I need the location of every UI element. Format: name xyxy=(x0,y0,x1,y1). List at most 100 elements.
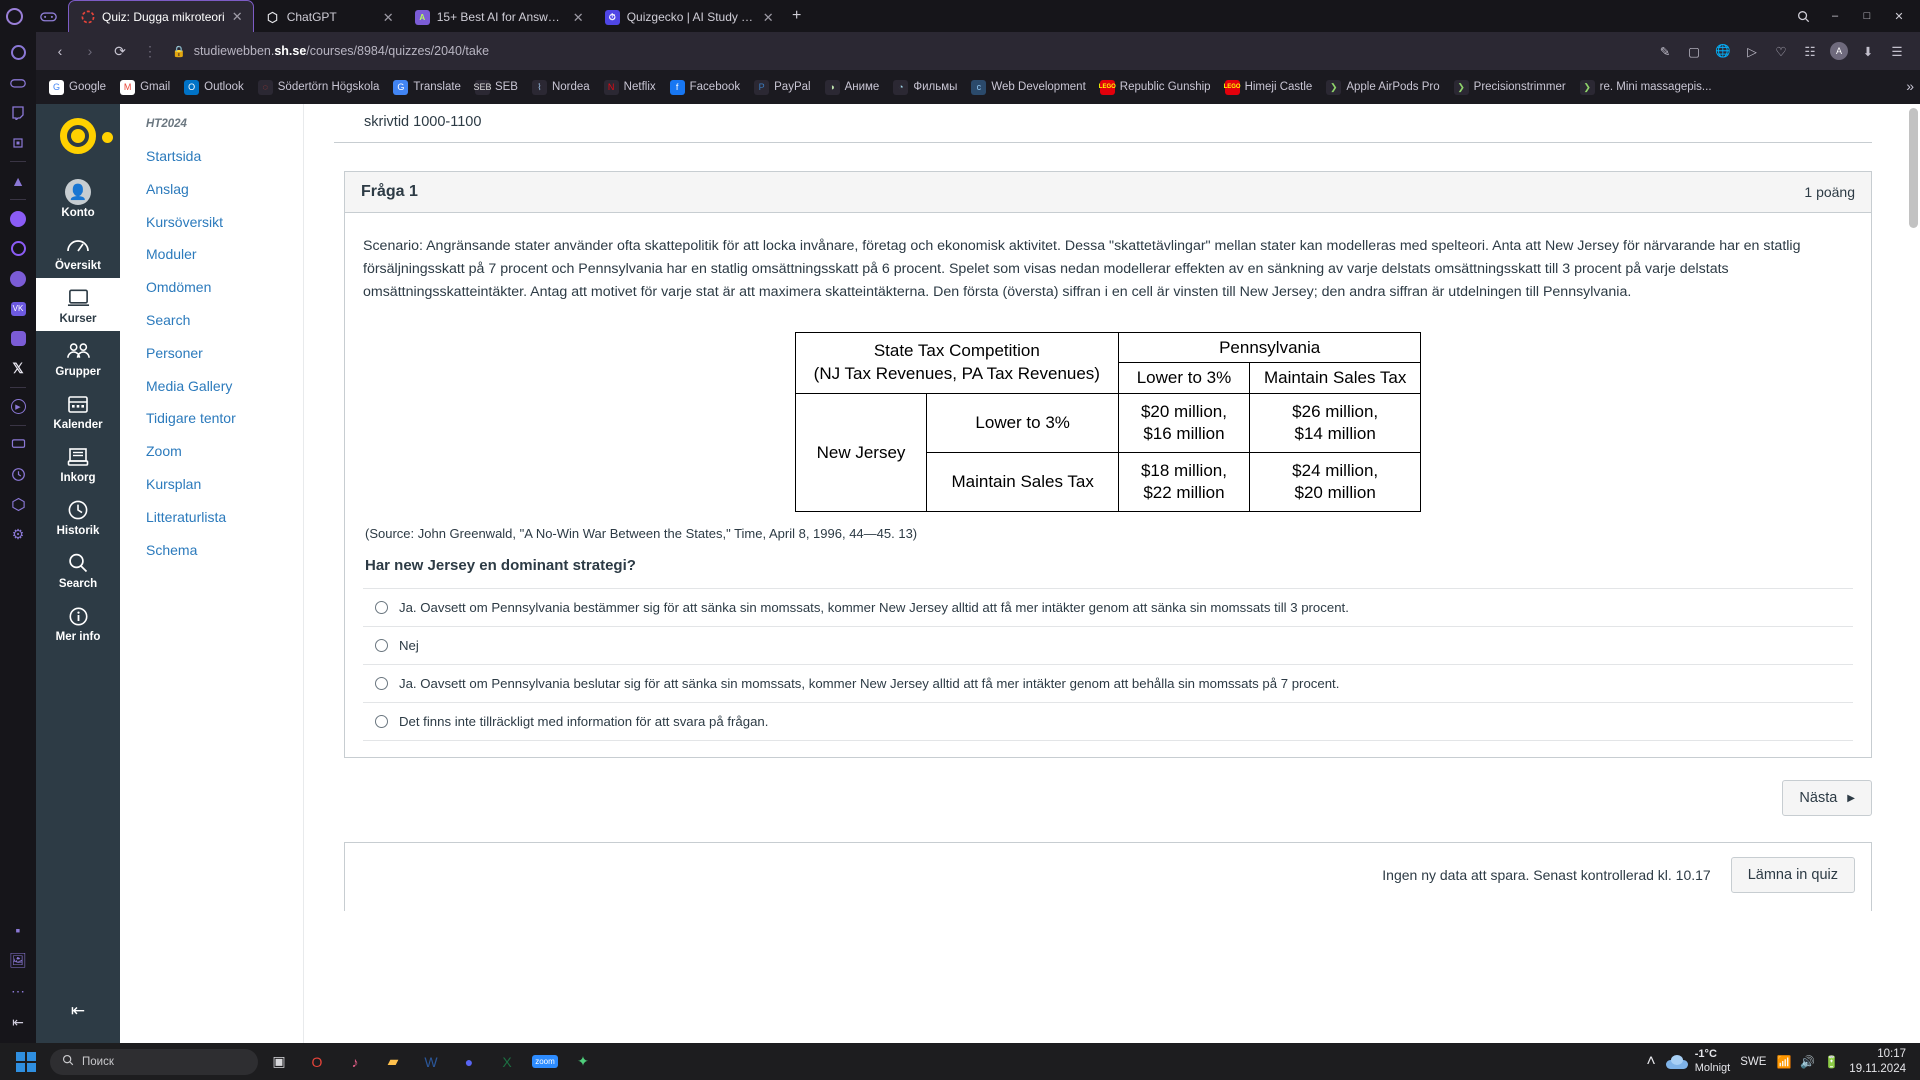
pin-sidebar-icon[interactable]: ⇤ xyxy=(3,1008,33,1037)
play-icon[interactable]: ▷ xyxy=(1739,38,1765,64)
bookmark-item[interactable]: ❯ re. Mini massagepis... xyxy=(1573,77,1719,98)
bookmarks-overflow-icon[interactable]: » xyxy=(1906,78,1914,94)
gx-controller-icon[interactable] xyxy=(3,68,33,97)
browser-tab-1[interactable]: ChatGPT ✕ xyxy=(254,2,404,32)
bookmark-item[interactable]: ❯ Apple AirPods Pro xyxy=(1319,77,1446,98)
word-icon[interactable]: W xyxy=(414,1047,448,1077)
bookmark-item[interactable]: P PayPal xyxy=(747,77,817,98)
next-button[interactable]: Nästa ▶ xyxy=(1782,780,1872,817)
answer-option-1[interactable]: Nej xyxy=(363,627,1853,666)
bookmark-item[interactable]: c Web Development xyxy=(964,77,1092,98)
course-nav-link-personer[interactable]: Personer xyxy=(138,337,303,370)
twitch-icon[interactable] xyxy=(3,98,33,127)
arc-icon[interactable]: ▲ xyxy=(3,166,33,195)
tab-close-icon[interactable]: ✕ xyxy=(573,11,586,24)
tab-close-icon[interactable]: ✕ xyxy=(232,10,245,23)
submit-quiz-button[interactable]: Lämna in quiz xyxy=(1730,857,1855,894)
global-nav-oversikt[interactable]: Översikt xyxy=(36,225,120,278)
history-icon[interactable] xyxy=(3,460,33,489)
flow-icon[interactable] xyxy=(3,430,33,459)
image-icon[interactable]: 🖼 xyxy=(3,946,33,975)
bookmark-item[interactable]: N Netflix xyxy=(597,77,663,98)
course-nav-link-anslag[interactable]: Anslag xyxy=(138,173,303,206)
close-window-button[interactable]: ✕ xyxy=(1884,3,1914,29)
global-nav-konto[interactable]: 👤 Konto xyxy=(36,172,120,225)
page-scrollbar[interactable] xyxy=(1904,104,1920,1043)
app-icon[interactable]: ✦ xyxy=(566,1047,600,1077)
page-menu-button[interactable]: ⋮ xyxy=(136,37,164,65)
whatsapp-icon[interactable] xyxy=(3,234,33,263)
weather-widget[interactable]: -1°C Molnigt xyxy=(1665,1048,1730,1076)
language-indicator[interactable]: SWE xyxy=(1740,1056,1766,1068)
wifi-icon[interactable]: 📶 xyxy=(1776,1055,1791,1069)
volume-icon[interactable]: 🔊 xyxy=(1800,1055,1815,1069)
course-nav-link-kursöversikt[interactable]: Kursöversikt xyxy=(138,206,303,239)
opera-menu-button[interactable] xyxy=(0,0,28,32)
minimize-button[interactable]: – xyxy=(1820,3,1850,29)
music-icon[interactable]: ♪ xyxy=(338,1047,372,1077)
tray-overflow-button[interactable]: ˄ xyxy=(1646,1053,1655,1071)
global-nav-mer-info[interactable]: Mer info xyxy=(36,596,120,649)
gx-controller-icon[interactable] xyxy=(28,0,68,32)
radio-button[interactable] xyxy=(375,677,388,691)
bookmark-item[interactable]: ⌇ Nordea xyxy=(525,77,597,98)
instagram-icon[interactable] xyxy=(3,324,33,353)
battery-icon[interactable]: 🔋 xyxy=(1824,1055,1839,1069)
telegram-icon[interactable] xyxy=(3,264,33,293)
opera-o-icon[interactable] xyxy=(3,38,33,67)
browser-tab-2[interactable]: A 15+ Best AI for Answering ✕ xyxy=(404,2,594,32)
url-input[interactable]: 🔒 studiewebben.sh.se/courses/8984/quizze… xyxy=(166,38,1650,64)
back-button[interactable]: ‹ xyxy=(46,37,74,65)
institution-logo[interactable] xyxy=(51,114,113,158)
global-nav-historik[interactable]: Historik xyxy=(36,490,120,543)
messenger-icon[interactable] xyxy=(3,204,33,233)
file-explorer-icon[interactable]: ▰ xyxy=(376,1047,410,1077)
bookmark-item[interactable]: ◑ Аниме xyxy=(818,77,887,98)
global-nav-kalender[interactable]: Kalender xyxy=(36,384,120,437)
bookmark-item[interactable]: M Gmail xyxy=(113,77,177,98)
maximize-button[interactable]: □ xyxy=(1852,3,1882,29)
taskbar-search-input[interactable]: Поиск xyxy=(50,1048,258,1075)
course-nav-link-litteraturlista[interactable]: Litteraturlista xyxy=(138,501,303,534)
discord-icon[interactable]: ● xyxy=(452,1047,486,1077)
answer-option-2[interactable]: Ja. Oavsett om Pennsylvania beslutar sig… xyxy=(363,665,1853,704)
player-icon[interactable]: ▶ xyxy=(3,392,33,421)
heart-icon[interactable]: ♡ xyxy=(1768,38,1794,64)
bookmark-item[interactable]: f Facebook xyxy=(663,77,748,98)
box-icon[interactable] xyxy=(3,490,33,519)
tab-close-icon[interactable]: ✕ xyxy=(763,11,776,24)
camera-icon[interactable]: ▢ xyxy=(1681,38,1707,64)
collapse-nav-button[interactable]: ⇤ xyxy=(71,1001,85,1043)
download-icon[interactable]: ⬇ xyxy=(1855,38,1881,64)
new-tab-button[interactable]: + xyxy=(784,0,810,32)
global-nav-grupper[interactable]: Grupper xyxy=(36,331,120,384)
taskbar-clock[interactable]: 10:17 19.11.2024 xyxy=(1849,1047,1906,1077)
task-view-icon[interactable]: ▣ xyxy=(262,1047,296,1077)
bookmark-item[interactable]: G Translate xyxy=(386,77,468,98)
dots-icon[interactable]: ⋯ xyxy=(3,977,33,1006)
global-nav-inkorg[interactable]: Inkorg xyxy=(36,437,120,490)
radio-button[interactable] xyxy=(375,601,388,615)
radio-button[interactable] xyxy=(375,715,388,729)
scrollbar-thumb[interactable] xyxy=(1909,108,1918,228)
bookmark-item[interactable]: LEGO Republic Gunship xyxy=(1093,77,1218,98)
tab-close-icon[interactable]: ✕ xyxy=(383,11,396,24)
course-nav-link-omdömen[interactable]: Omdömen xyxy=(138,271,303,304)
tab-search-icon[interactable] xyxy=(1788,3,1818,29)
bookmark-item[interactable]: G Google xyxy=(42,77,113,98)
course-nav-link-media-gallery[interactable]: Media Gallery xyxy=(138,370,303,403)
course-nav-link-schema[interactable]: Schema xyxy=(138,534,303,567)
forward-button[interactable]: › xyxy=(76,37,104,65)
x-twitter-icon[interactable]: 𝕏 xyxy=(3,354,33,383)
translate-icon[interactable]: 🌐 xyxy=(1710,38,1736,64)
course-nav-link-tidigare-tentor[interactable]: Tidigare tentor xyxy=(138,402,303,435)
start-button[interactable] xyxy=(8,1047,44,1077)
browser-tab-3[interactable]: ⏱ Quizgecko | AI Study Tools ✕ xyxy=(594,2,784,32)
course-nav-link-kursplan[interactable]: Kursplan xyxy=(138,468,303,501)
course-nav-link-search[interactable]: Search xyxy=(138,304,303,337)
course-nav-link-zoom[interactable]: Zoom xyxy=(138,435,303,468)
zoom-icon[interactable]: zoom xyxy=(528,1047,562,1077)
bookmark-item[interactable]: ◔ Фильмы xyxy=(886,77,964,98)
global-nav-kurser[interactable]: Kurser xyxy=(36,278,120,331)
global-nav-search[interactable]: Search xyxy=(36,543,120,596)
